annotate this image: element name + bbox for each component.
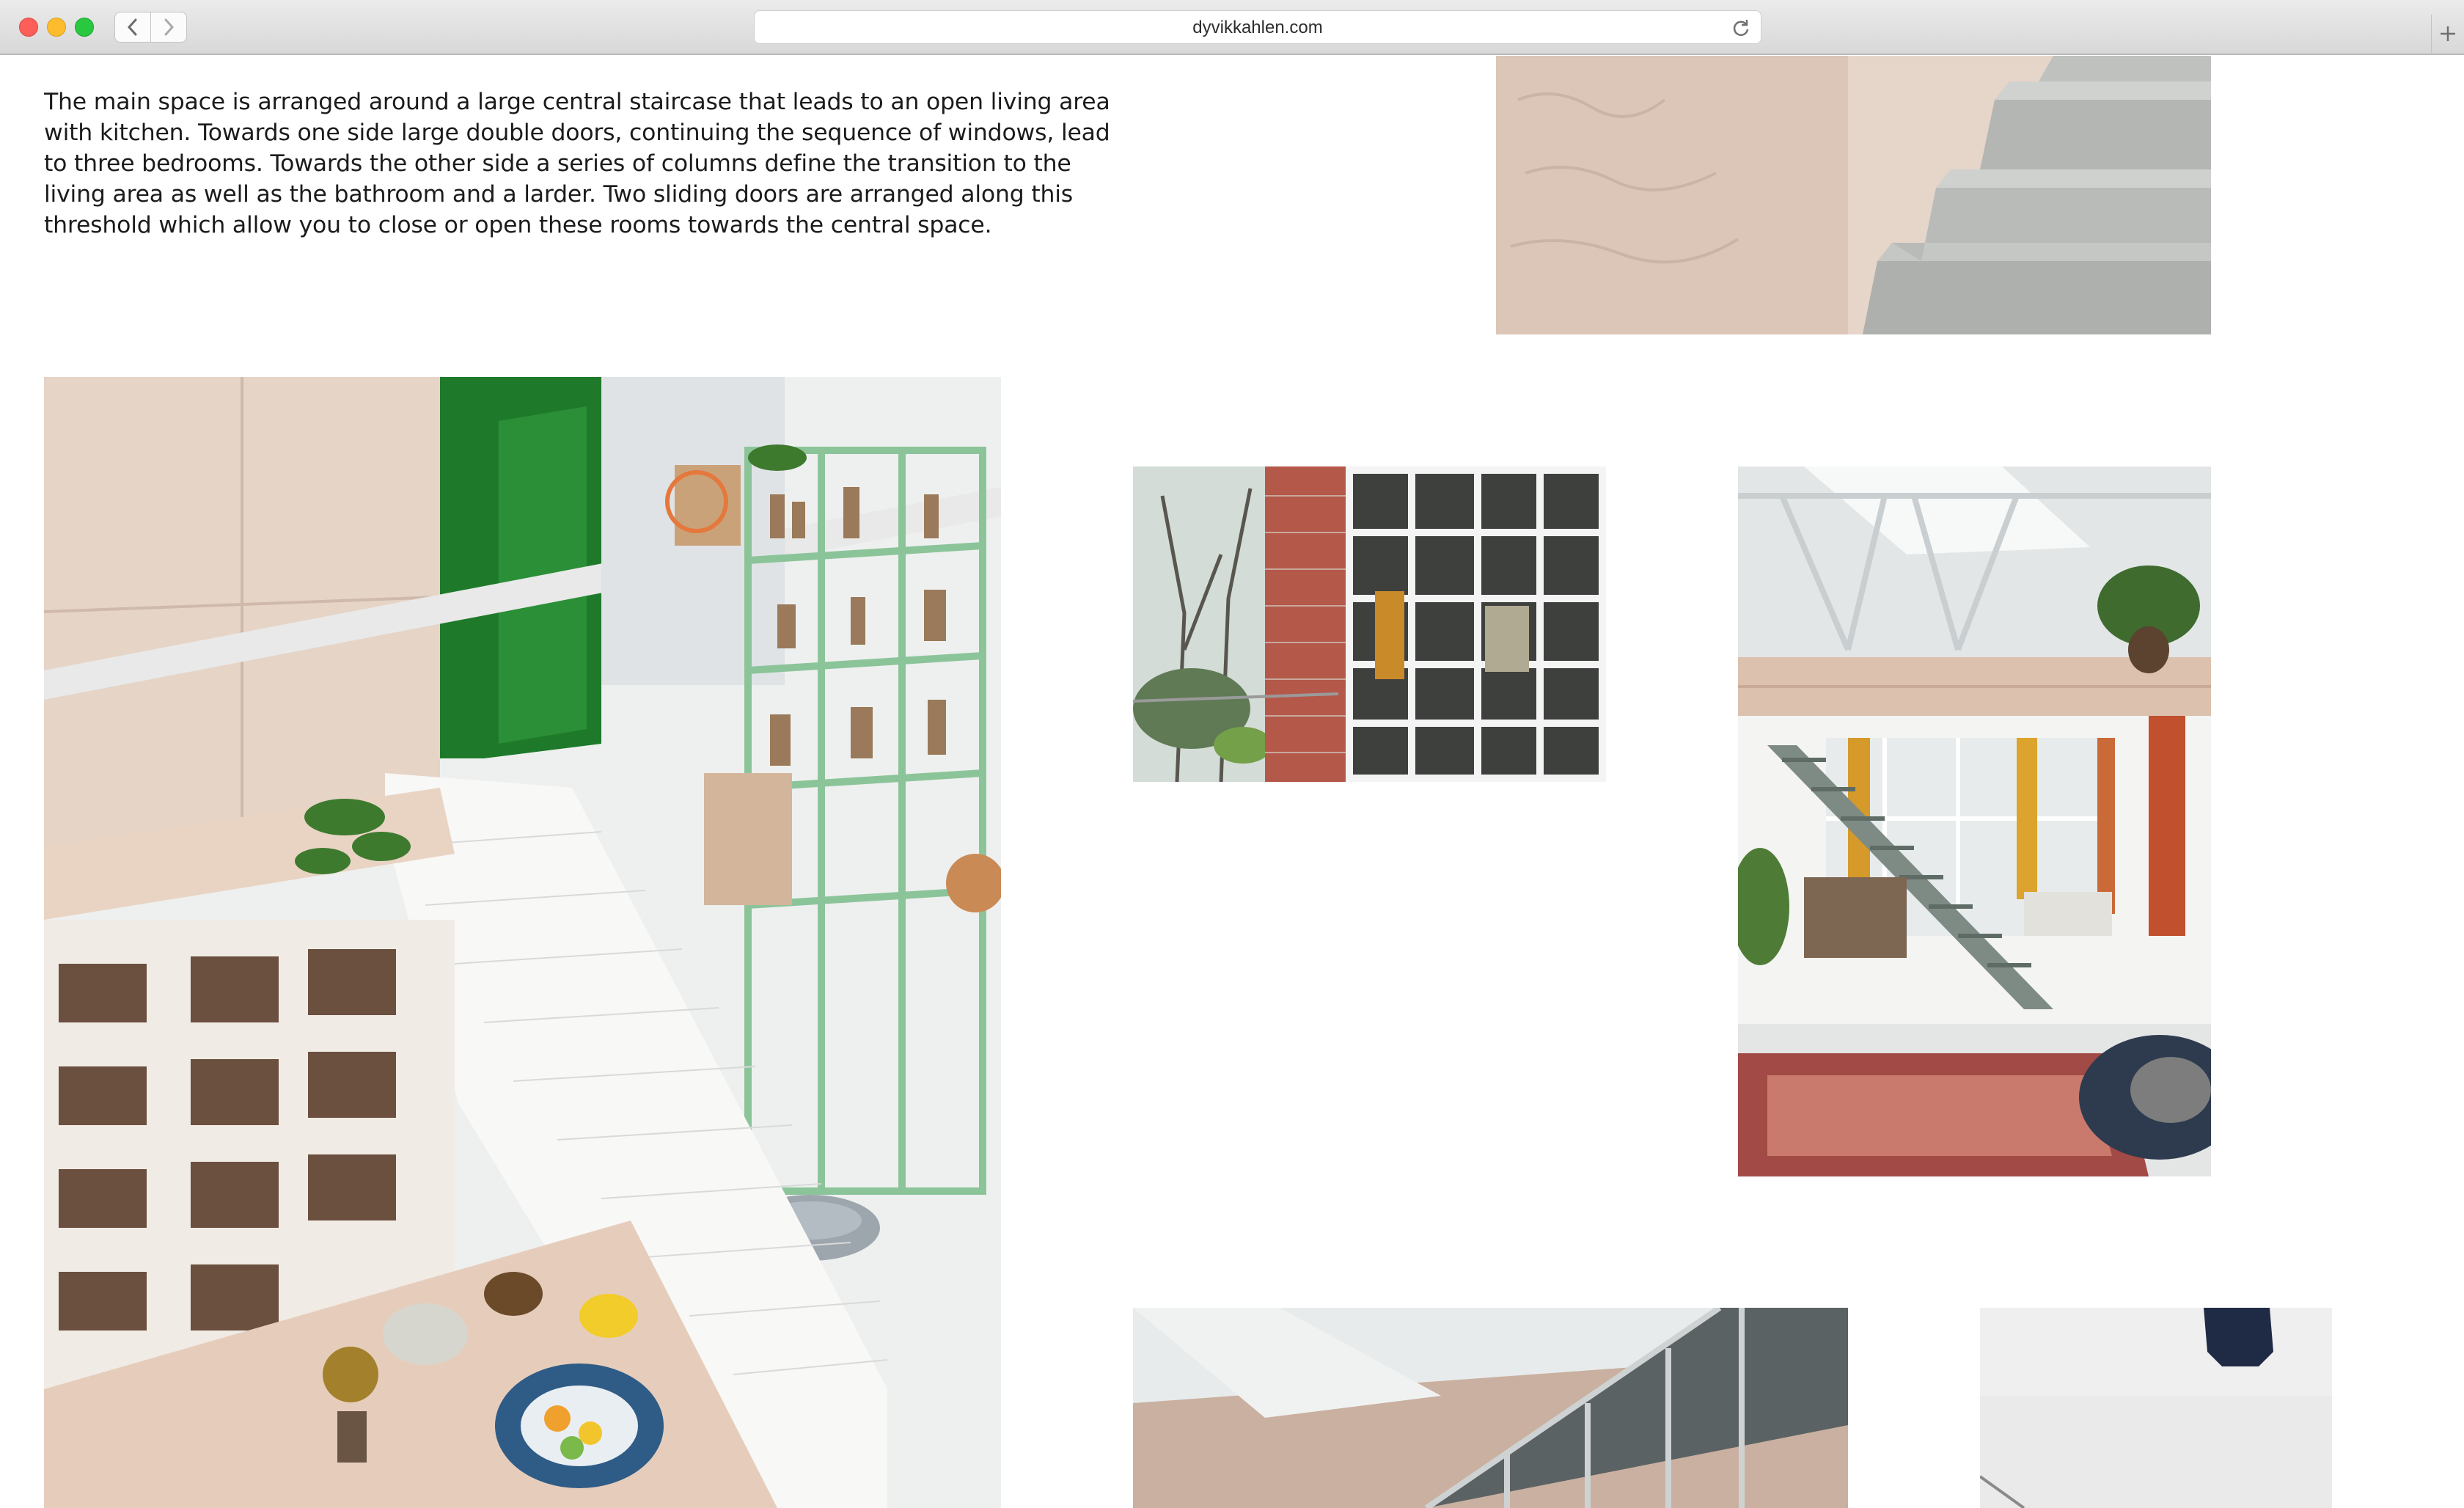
zoom-window-button[interactable] (75, 18, 94, 37)
chevron-right-icon (164, 18, 175, 36)
photo-living-room[interactable] (1738, 466, 2211, 1176)
photo-floor-detail[interactable] (1980, 1308, 2332, 1508)
browser-toolbar: dyvikkahlen.com (0, 0, 2464, 55)
new-tab-button[interactable] (2431, 15, 2464, 53)
article-paragraph: The main space is arranged around a larg… (44, 89, 1110, 238)
address-bar[interactable]: dyvikkahlen.com (754, 10, 1761, 44)
reload-icon[interactable] (1731, 18, 1750, 37)
close-window-button[interactable] (19, 18, 38, 37)
forward-button[interactable] (150, 12, 187, 43)
minimize-window-button[interactable] (47, 18, 66, 37)
photo-staircase[interactable] (1496, 56, 2211, 334)
url-text: dyvikkahlen.com (1192, 18, 1323, 37)
photo-kitchen-overhead[interactable] (44, 377, 1001, 1508)
back-button[interactable] (114, 12, 151, 43)
photo-roof-truss[interactable] (1133, 1308, 1848, 1508)
photo-window-garden[interactable] (1133, 466, 1606, 782)
chevron-left-icon (127, 18, 137, 36)
plus-icon (2441, 26, 2455, 41)
